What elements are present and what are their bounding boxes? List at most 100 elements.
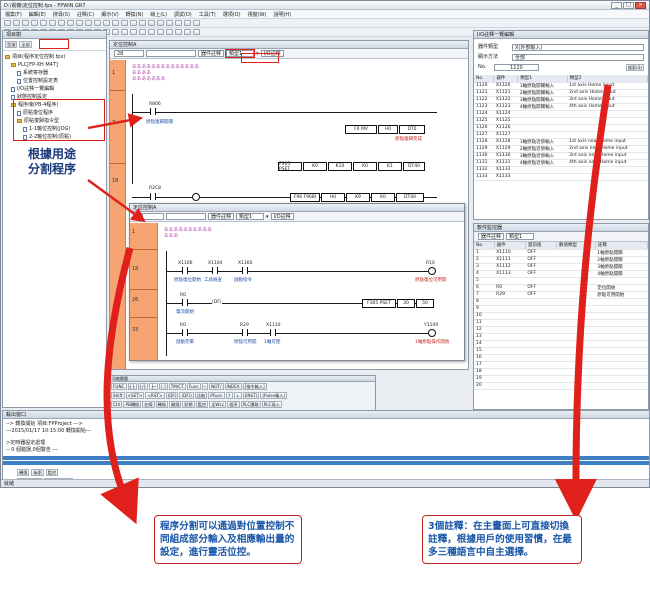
- toolbar-icon[interactable]: [148, 29, 155, 35]
- output-tab[interactable]: 轉換: [17, 469, 30, 476]
- tree-item[interactable]: 位置控制設定表: [5, 77, 104, 85]
- function-key[interactable]: Func: [186, 383, 201, 390]
- function-key[interactable]: 程序: [227, 401, 240, 408]
- display-method-select[interactable]: 全部: [512, 53, 644, 61]
- table-row[interactable]: 5: [474, 277, 648, 285]
- table-row[interactable]: 1124 X1124: [474, 110, 648, 118]
- table-row[interactable]: 13: [474, 333, 648, 341]
- contact[interactable]: [242, 267, 248, 274]
- type-select[interactable]: 類型1: [506, 233, 535, 240]
- table-row[interactable]: 14: [474, 340, 648, 348]
- toolbar-icon[interactable]: [40, 20, 47, 26]
- blank-field[interactable]: [146, 50, 196, 57]
- function-key[interactable]: <RST>: [145, 392, 165, 399]
- function-key[interactable]: 全Wcc: [209, 401, 227, 408]
- table-row[interactable]: 2 X1111 OFF 2軸原點開關: [474, 256, 648, 264]
- toolbar-icon[interactable]: [76, 20, 83, 26]
- menu-item[interactable]: 註釋(C): [77, 11, 94, 18]
- table-row[interactable]: 1128 X1128 1軸原點近傍輸入 1st axis near Home inpu…: [474, 138, 648, 146]
- function-key[interactable]: (Pulse輸入): [260, 392, 288, 399]
- comment-mode-button[interactable]: 器件註釋: [478, 233, 505, 240]
- menu-item[interactable]: 線上(L): [150, 11, 167, 18]
- menu-item[interactable]: 轉換(N): [126, 11, 144, 18]
- toolbar-icon[interactable]: [193, 20, 200, 26]
- function-key[interactable]: NOT/: [209, 383, 224, 390]
- contact[interactable]: [242, 329, 248, 336]
- comment-mode-button[interactable]: 器件註釋: [198, 50, 225, 57]
- toolbar-icon[interactable]: [130, 29, 137, 35]
- function-key[interactable]: PB轉換: [123, 401, 142, 408]
- table-row[interactable]: 1127 X1127: [474, 131, 648, 139]
- table-row[interactable]: 1120 X1120 1軸原點開關輸入 1st axis Home input: [474, 82, 648, 90]
- table-row[interactable]: 8: [474, 298, 648, 306]
- function-box[interactable]: K1: [378, 162, 402, 171]
- toolbar-icon[interactable]: [31, 20, 38, 26]
- toolbar-icon[interactable]: [166, 29, 173, 35]
- function-key[interactable]: [ ]: [159, 383, 168, 390]
- table-row[interactable]: 6 R0 OFF 定位開始: [474, 284, 648, 292]
- function-key[interactable]: ↑: [225, 392, 234, 399]
- menu-item[interactable]: 說明(H): [273, 11, 291, 18]
- coil[interactable]: [428, 329, 436, 337]
- device-type-select[interactable]: X(外部輸入): [512, 43, 644, 51]
- function-box[interactable]: H0: [321, 193, 345, 202]
- function-key[interactable]: (DF): [165, 392, 179, 399]
- table-row[interactable]: 15: [474, 347, 648, 355]
- toolbar-icon[interactable]: [85, 20, 92, 26]
- contact-r2c8[interactable]: [150, 193, 156, 200]
- function-box[interactable]: K0: [303, 162, 327, 171]
- function-box[interactable]: H0: [378, 125, 398, 134]
- toolbar-icon[interactable]: [139, 29, 146, 35]
- table-row[interactable]: 1126 X1126: [474, 124, 648, 132]
- toolbar-icon[interactable]: [193, 29, 200, 35]
- function-key[interactable]: Shift: [111, 392, 125, 399]
- function-key[interactable]: PFunc: [208, 392, 225, 399]
- function-key[interactable]: PLC寫入: [261, 401, 282, 408]
- toolbar-icon[interactable]: [121, 20, 128, 26]
- toolbar-icon[interactable]: [184, 29, 191, 35]
- table-row[interactable]: 1129 X1129 2軸原點近傍輸入 2nd axis near Home inpu…: [474, 145, 648, 153]
- table-row[interactable]: 18: [474, 368, 648, 376]
- table-row[interactable]: 16: [474, 354, 648, 362]
- tab-model[interactable]: 型號: [5, 41, 18, 48]
- function-key[interactable]: 狀態: [182, 401, 195, 408]
- step-field[interactable]: 28: [134, 213, 164, 220]
- menu-item[interactable]: 檔案(F): [5, 11, 22, 18]
- coil[interactable]: [192, 193, 200, 201]
- menu-item[interactable]: 選項(O): [223, 11, 241, 18]
- toolbar-icon[interactable]: [112, 20, 119, 26]
- function-box[interactable]: F305 PSET: [278, 162, 302, 172]
- toolbar-icon[interactable]: [49, 20, 56, 26]
- number-input[interactable]: 1120: [494, 63, 539, 71]
- function-key[interactable]: ┤├: [127, 383, 137, 390]
- tree-item[interactable]: 項目(程序定位控制.fpx): [5, 53, 104, 61]
- tree-item[interactable]: 系統寄存器: [5, 69, 104, 77]
- toolbar-icon[interactable]: [175, 20, 182, 26]
- maximize-button[interactable]: □: [623, 1, 634, 9]
- menu-item[interactable]: 視窗(W): [248, 11, 267, 18]
- table-row[interactable]: 1 X1110 OFF 1軸原點開關: [474, 249, 648, 257]
- toolbar-icon[interactable]: [184, 20, 191, 26]
- table-row[interactable]: 11: [474, 319, 648, 327]
- toolbar-icon[interactable]: [4, 20, 11, 26]
- table-row[interactable]: 3 X1112 OFF 3軸原點開關: [474, 263, 648, 271]
- toolbar-icon[interactable]: [157, 20, 164, 26]
- table-row[interactable]: 1125 X1125: [474, 117, 648, 125]
- function-key[interactable]: (INST): [242, 392, 260, 399]
- menu-item[interactable]: 編輯(E): [29, 11, 46, 18]
- ladder-sub-canvas[interactable]: 1 18 26 33 ああああああああああ あああ X1106 X1104 X11…: [130, 223, 464, 360]
- table-row[interactable]: 1123 X1123 4軸原點開關輸入 4th axis Home input: [474, 103, 648, 111]
- toolbar-icon[interactable]: [22, 20, 29, 26]
- comment-mode-button[interactable]: 器件註釋: [208, 213, 235, 220]
- toolbar-icon[interactable]: [148, 20, 155, 26]
- function-key[interactable]: ─: [201, 383, 209, 390]
- type-select[interactable]: 類型1: [236, 213, 265, 220]
- toolbar-icon[interactable]: [166, 20, 173, 26]
- function-box[interactable]: K0: [371, 193, 395, 202]
- function-key[interactable]: 離線: [169, 401, 182, 408]
- table-row[interactable]: 1121 X1121 2軸原點開關輸入 2nd axis Home input: [474, 89, 648, 97]
- table-row[interactable]: 1122 X1122 3軸原點開關輸入 3rd axis Home input: [474, 96, 648, 104]
- contact[interactable]: [182, 267, 188, 274]
- function-box[interactable]: K9: [346, 193, 370, 202]
- function-box[interactable]: 30: [397, 299, 415, 308]
